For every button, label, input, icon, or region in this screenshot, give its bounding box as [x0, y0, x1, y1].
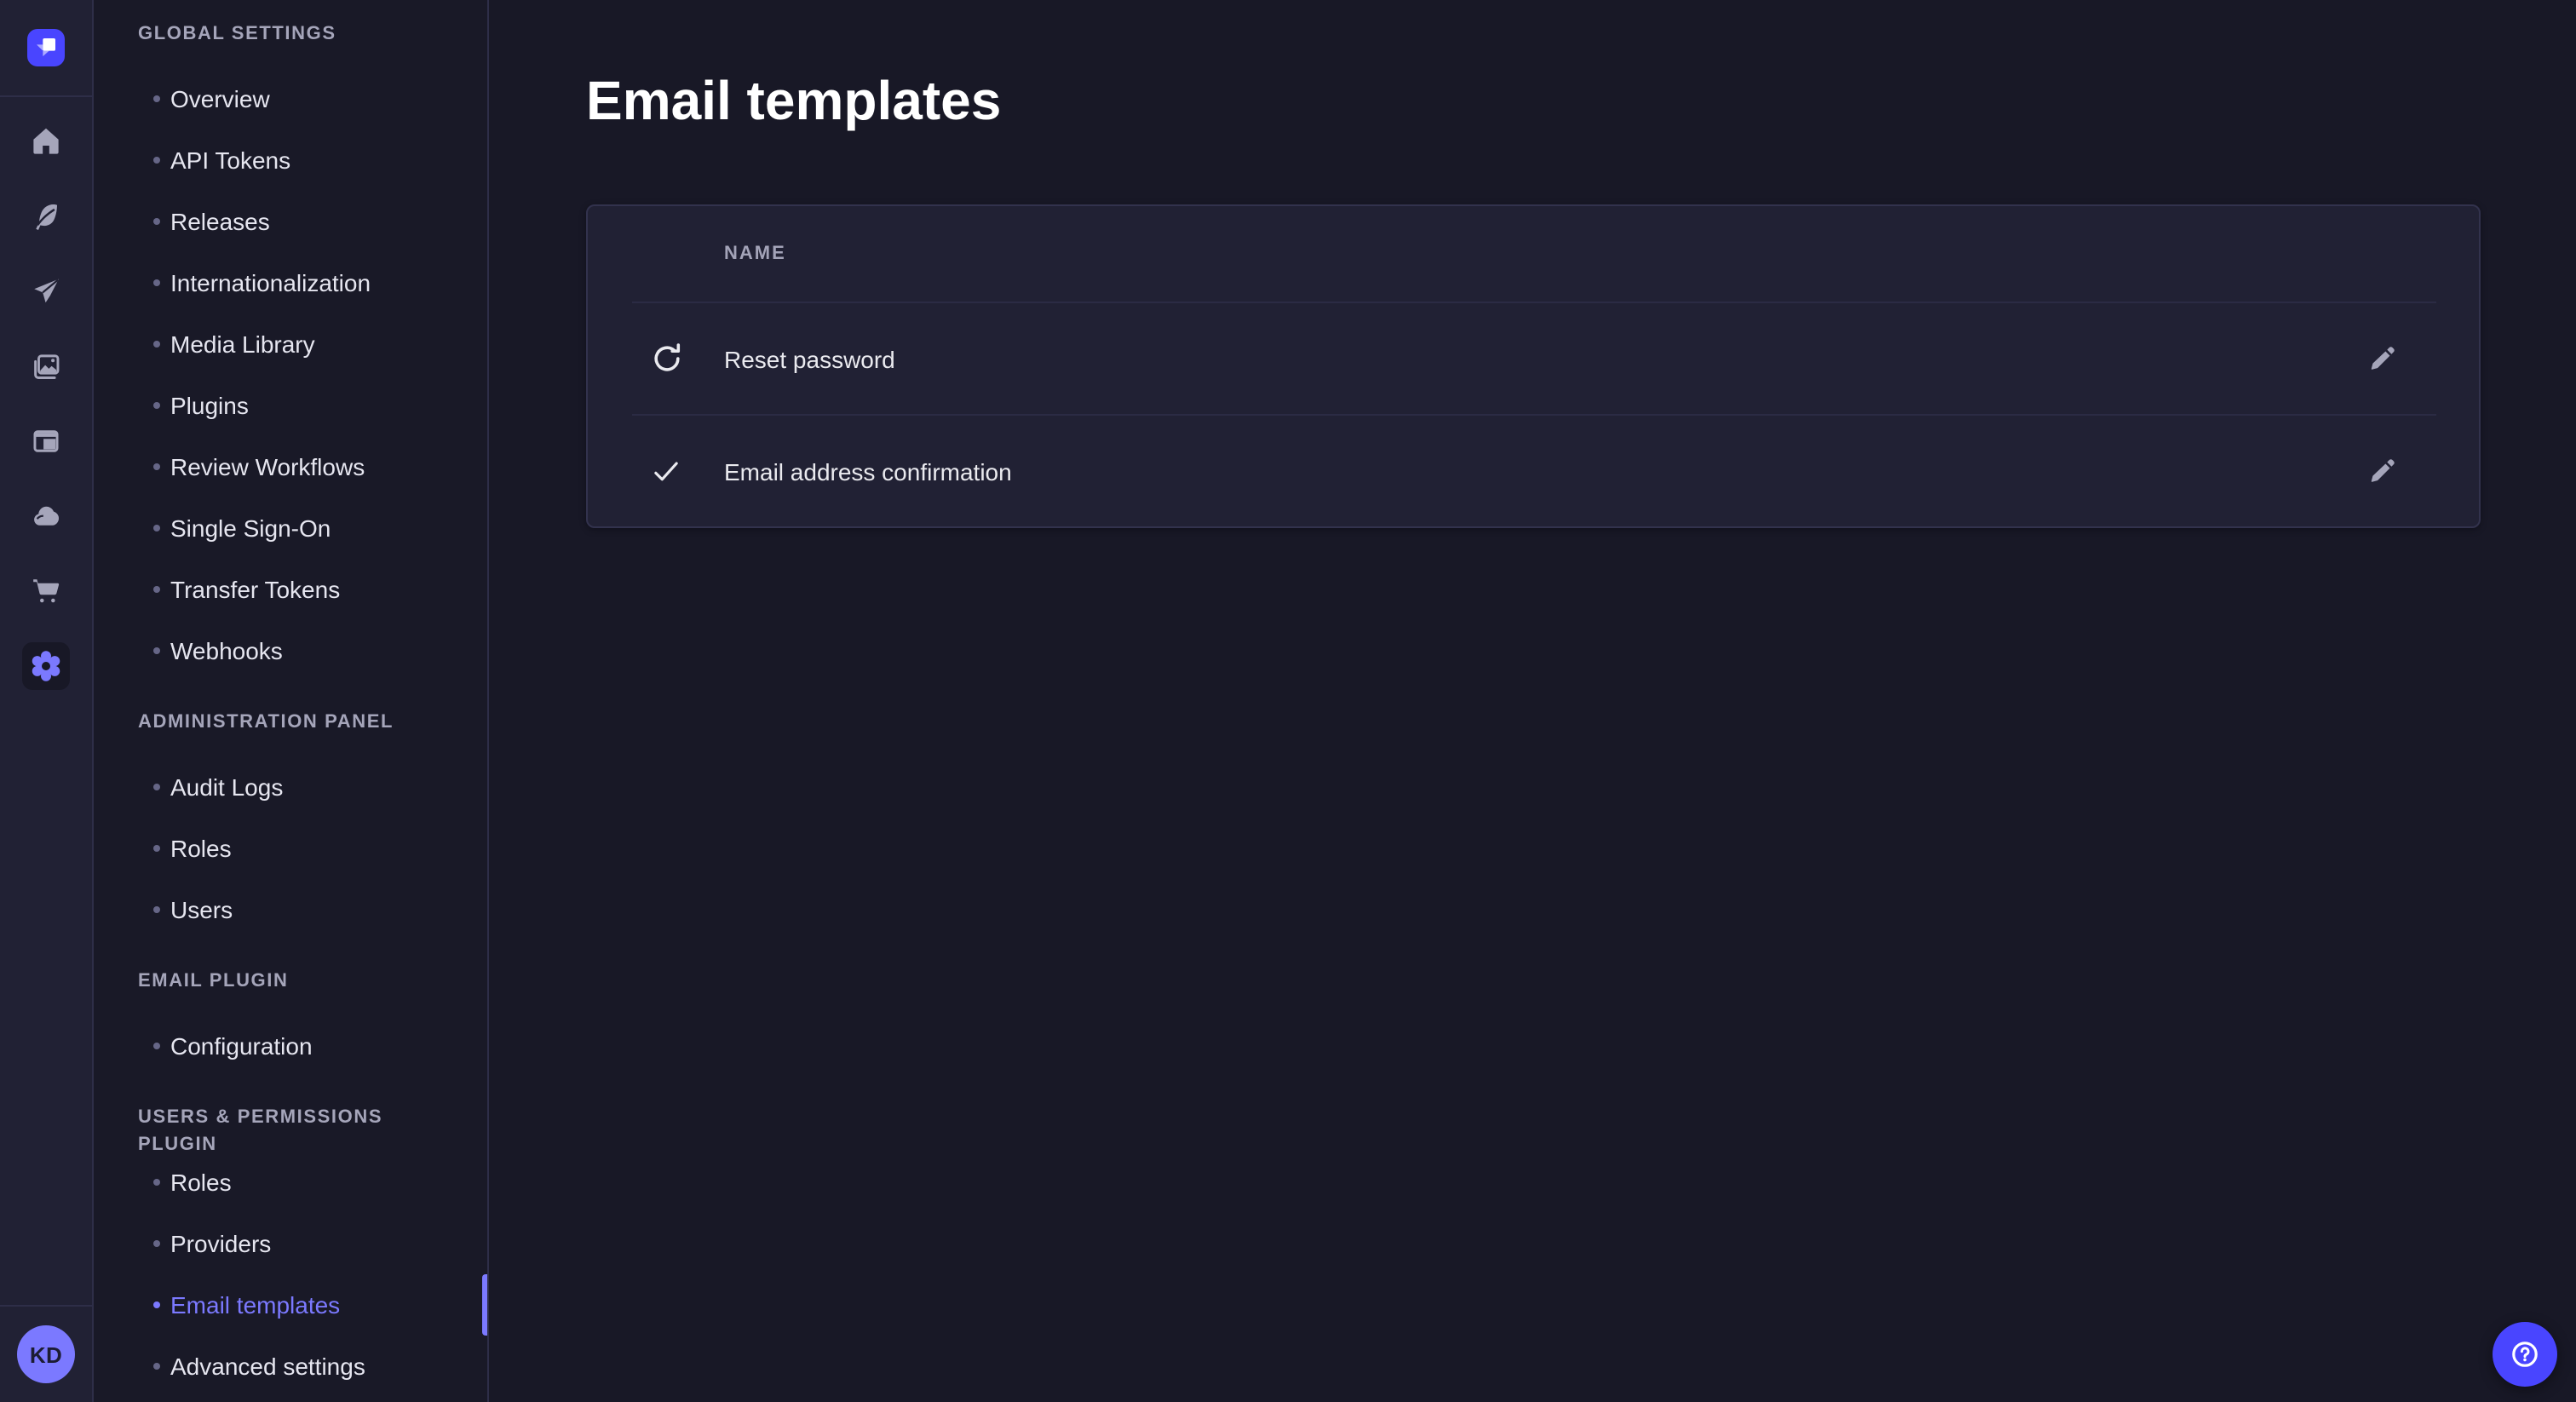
- sidebar-item-releases[interactable]: Releases: [94, 191, 487, 252]
- edit-email-confirmation-button[interactable]: [2355, 444, 2409, 498]
- avatar-initials: KD: [30, 1342, 62, 1367]
- sidebar-item-overview[interactable]: Overview: [94, 68, 487, 129]
- sidebar-item-providers[interactable]: Providers: [94, 1213, 487, 1274]
- question-mark-circle-icon: [2506, 1336, 2544, 1373]
- sidebar-item-api-tokens[interactable]: API Tokens: [94, 129, 487, 191]
- bullet-icon: [153, 647, 160, 654]
- table-row-reset-password: Reset password: [588, 303, 2479, 414]
- sidebar-item-admin-roles[interactable]: Roles: [94, 818, 487, 879]
- settings-subnav: GLOBAL SETTINGS Overview API Tokens Rele…: [94, 0, 489, 1402]
- help-button[interactable]: [2493, 1322, 2557, 1387]
- page-title: Email templates: [586, 68, 2481, 133]
- sidebar-item-single-sign-on[interactable]: Single Sign-On: [94, 497, 487, 559]
- media-library-icon[interactable]: [22, 342, 70, 390]
- section-email-plugin: EMAIL PLUGIN Configuration: [94, 968, 487, 1077]
- sidebar-item-up-roles[interactable]: Roles: [94, 1152, 487, 1213]
- bullet-icon: [153, 279, 160, 286]
- bullet-icon: [153, 525, 160, 531]
- sidebar-item-email-configuration[interactable]: Configuration: [94, 1015, 487, 1077]
- sidebar-item-email-templates[interactable]: Email templates: [94, 1274, 487, 1336]
- table-row-email-address-confirmation: Email address confirmation: [588, 416, 2479, 526]
- bullet-icon: [153, 218, 160, 225]
- bullet-icon: [153, 1043, 160, 1049]
- check-icon: [649, 456, 683, 486]
- sidebar-item-admin-users[interactable]: Users: [94, 879, 487, 940]
- strapi-logo-icon: [27, 29, 65, 66]
- marketplace-cart-icon[interactable]: [22, 567, 70, 615]
- user-avatar[interactable]: KD: [17, 1325, 75, 1383]
- bullet-icon: [153, 341, 160, 348]
- bullet-icon: [153, 1179, 160, 1186]
- section-header: USERS & PERMISSIONS PLUGIN: [94, 1104, 487, 1131]
- pencil-icon: [2367, 457, 2396, 486]
- bullet-icon: [153, 402, 160, 409]
- section-users-permissions-plugin: USERS & PERMISSIONS PLUGIN Roles Provide…: [94, 1104, 487, 1397]
- feather-icon[interactable]: [22, 192, 70, 240]
- bullet-icon: [153, 586, 160, 593]
- pencil-icon: [2367, 344, 2396, 373]
- sidebar-item-webhooks[interactable]: Webhooks: [94, 620, 487, 681]
- arrow-clockwise-icon: [649, 342, 683, 375]
- template-name: Email address confirmation: [724, 457, 1012, 485]
- bullet-icon: [153, 845, 160, 852]
- rail-nav: [0, 97, 92, 690]
- section-administration-panel: ADMINISTRATION PANEL Audit Logs Roles Us…: [94, 709, 487, 940]
- bullet-icon: [153, 1240, 160, 1247]
- section-header: ADMINISTRATION PANEL: [94, 709, 487, 736]
- sidebar-item-transfer-tokens[interactable]: Transfer Tokens: [94, 559, 487, 620]
- sidebar-item-review-workflows[interactable]: Review Workflows: [94, 436, 487, 497]
- section-header: EMAIL PLUGIN: [94, 968, 487, 995]
- sidebar-item-audit-logs[interactable]: Audit Logs: [94, 756, 487, 818]
- settings-gear-icon[interactable]: [22, 642, 70, 690]
- table-header-row: NAME: [588, 206, 2479, 302]
- bullet-icon: [153, 463, 160, 470]
- column-header-name: NAME: [724, 244, 786, 264]
- section-header: GLOBAL SETTINGS: [94, 20, 487, 48]
- bullet-icon: [153, 784, 160, 790]
- section-global-settings: GLOBAL SETTINGS Overview API Tokens Rele…: [94, 20, 487, 681]
- sidebar-item-plugins[interactable]: Plugins: [94, 375, 487, 436]
- bullet-icon: [153, 1301, 160, 1308]
- sidebar-item-media-library[interactable]: Media Library: [94, 313, 487, 375]
- sidebar-item-advanced-settings[interactable]: Advanced settings: [94, 1336, 487, 1397]
- bullet-icon: [153, 95, 160, 102]
- home-icon[interactable]: [22, 118, 70, 165]
- rail-divider: [0, 1305, 92, 1307]
- edit-reset-password-button[interactable]: [2355, 331, 2409, 386]
- email-templates-table: NAME Reset password: [586, 204, 2481, 528]
- template-name: Reset password: [724, 345, 895, 372]
- main-content: Email templates NAME Reset password: [489, 0, 2576, 1402]
- bullet-icon: [153, 157, 160, 164]
- layout-panels-icon[interactable]: [22, 417, 70, 465]
- send-plane-icon[interactable]: [22, 267, 70, 315]
- sidebar-item-internationalization[interactable]: Internationalization: [94, 252, 487, 313]
- bullet-icon: [153, 906, 160, 913]
- strapi-settings-window: KD GLOBAL SETTINGS Overview API Tokens R…: [0, 0, 2576, 1402]
- bullet-icon: [153, 1363, 160, 1370]
- icon-rail: KD: [0, 0, 94, 1402]
- strapi-logo[interactable]: [27, 29, 65, 66]
- cloud-icon[interactable]: [22, 492, 70, 540]
- active-indicator-bar: [482, 1274, 487, 1336]
